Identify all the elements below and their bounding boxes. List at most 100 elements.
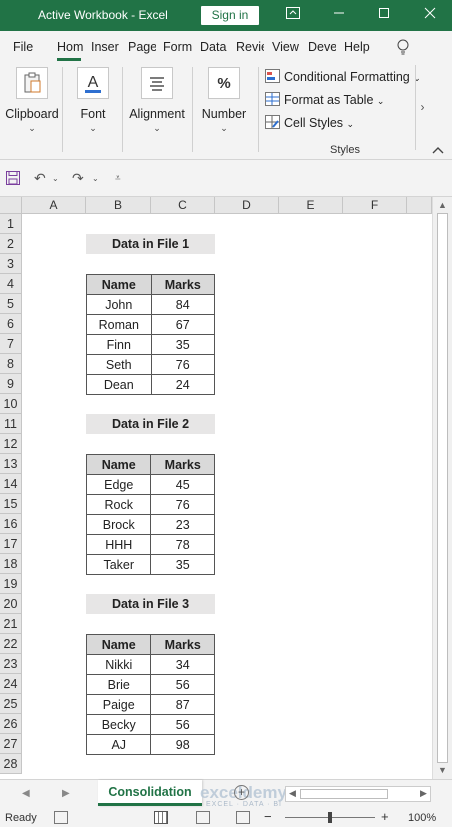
row-header[interactable]: 17 [0, 534, 22, 554]
marks-cell[interactable]: 76 [150, 354, 216, 375]
tab-help[interactable]: Help [344, 40, 372, 54]
column-header-b[interactable]: B [86, 197, 151, 214]
conditional-formatting-button[interactable]: Conditional Formatting ⌄ [265, 69, 421, 87]
header-cell[interactable]: Name [86, 274, 152, 295]
tab-file[interactable]: File [13, 40, 35, 54]
tab-home[interactable]: Hom [57, 40, 84, 54]
page-break-view-icon[interactable] [236, 811, 250, 824]
tab-formulas[interactable]: Form [163, 40, 192, 54]
redo-icon[interactable]: ↷ [72, 170, 84, 187]
lightbulb-icon[interactable] [396, 39, 410, 55]
format-as-table-button[interactable]: Format as Table ⌄ [265, 92, 384, 110]
marks-cell[interactable]: 67 [150, 314, 216, 335]
column-header-f[interactable]: F [343, 197, 407, 214]
zoom-out-icon[interactable]: − [264, 809, 272, 824]
zoom-slider-thumb[interactable] [328, 812, 332, 823]
row-header[interactable]: 12 [0, 434, 22, 454]
sign-in-button[interactable]: Sign in [201, 6, 259, 25]
scroll-up-icon[interactable]: ▲ [438, 200, 447, 210]
name-cell[interactable]: Seth [86, 354, 152, 375]
marks-cell[interactable]: 56 [150, 674, 215, 695]
data-table[interactable]: Name Marks John 84 Roman 67 Finn 35 Seth 76 D… [86, 274, 216, 395]
name-cell[interactable]: Paige [85, 694, 152, 715]
scroll-left-icon[interactable]: ◀ [289, 788, 296, 799]
data-table[interactable]: Name Marks Edge 45 Rock 76 Brock 23 HHH 78 Ta… [85, 454, 215, 575]
font-group[interactable]: A Font ⌄ [66, 67, 120, 134]
header-cell[interactable]: Marks [150, 634, 215, 655]
vertical-scrollbar[interactable]: ▲ ▼ [432, 197, 452, 779]
marks-cell[interactable]: 45 [150, 474, 215, 495]
cell-styles-button[interactable]: Cell Styles ⌄ [265, 115, 354, 133]
row-header[interactable]: 18 [0, 554, 22, 574]
clipboard-group[interactable]: Clipboard ⌄ [4, 67, 60, 134]
name-cell[interactable]: Becky [85, 714, 152, 735]
row-header[interactable]: 19 [0, 574, 22, 594]
row-header[interactable]: 13 [0, 454, 22, 474]
minimize-icon[interactable] [329, 5, 349, 25]
row-header[interactable]: 5 [0, 294, 22, 314]
column-header-c[interactable]: C [151, 197, 215, 214]
row-header[interactable]: 4 [0, 274, 22, 294]
restore-icon[interactable] [374, 5, 394, 25]
tab-insert[interactable]: Inser [91, 40, 121, 54]
tab-page-layout[interactable]: Page [128, 40, 156, 54]
column-header-d[interactable]: D [215, 197, 279, 214]
zoom-in-icon[interactable]: + [381, 809, 389, 824]
marks-cell[interactable]: 78 [150, 534, 215, 555]
tab-data[interactable]: Data [200, 40, 229, 54]
page-layout-view-icon[interactable] [196, 811, 210, 824]
row-header[interactable]: 6 [0, 314, 22, 334]
row-header[interactable]: 28 [0, 754, 22, 774]
section-title[interactable]: Data in File 2 [86, 414, 215, 434]
alignment-group[interactable]: Alignment ⌄ [126, 67, 188, 134]
marks-cell[interactable]: 35 [150, 334, 216, 355]
sheet-nav-next-icon[interactable]: ▶ [62, 788, 70, 799]
column-header-partial[interactable] [407, 197, 432, 214]
row-header[interactable]: 23 [0, 654, 22, 674]
marks-cell[interactable]: 84 [150, 294, 216, 315]
add-sheet-icon[interactable]: + [234, 785, 249, 800]
marks-cell[interactable]: 76 [150, 494, 215, 515]
sheet-nav-prev-icon[interactable]: ◀ [22, 788, 30, 799]
row-header[interactable]: 2 [0, 234, 22, 254]
close-icon[interactable] [420, 5, 440, 25]
name-cell[interactable]: Nikki [85, 654, 152, 675]
section-title[interactable]: Data in File 3 [86, 594, 215, 614]
marks-cell[interactable]: 98 [150, 734, 215, 755]
undo-icon[interactable]: ↶ [34, 170, 46, 187]
row-header[interactable]: 22 [0, 634, 22, 654]
name-cell[interactable]: AJ [85, 734, 152, 755]
name-cell[interactable]: Taker [85, 554, 152, 575]
tab-developer[interactable]: Deve [308, 40, 336, 54]
number-group[interactable]: % Number ⌄ [196, 67, 252, 134]
zoom-level[interactable]: 100% [408, 812, 436, 824]
name-cell[interactable]: Brock [85, 514, 152, 535]
marks-cell[interactable]: 23 [150, 514, 215, 535]
name-cell[interactable]: John [86, 294, 152, 315]
row-header[interactable]: 11 [0, 414, 22, 434]
row-header[interactable]: 8 [0, 354, 22, 374]
scroll-right-icon[interactable]: ▶ [420, 788, 427, 799]
undo-dropdown-icon[interactable]: ⌄ [52, 174, 59, 183]
header-cell[interactable]: Marks [150, 274, 216, 295]
scroll-down-icon[interactable]: ▼ [438, 765, 447, 775]
name-cell[interactable]: Roman [86, 314, 152, 335]
row-header[interactable]: 21 [0, 614, 22, 634]
header-cell[interactable]: Marks [150, 454, 215, 475]
normal-view-icon[interactable] [154, 811, 168, 824]
name-cell[interactable]: Rock [85, 494, 152, 515]
header-cell[interactable]: Name [85, 454, 152, 475]
redo-dropdown-icon[interactable]: ⌄ [92, 174, 99, 183]
name-cell[interactable]: HHH [85, 534, 152, 555]
name-cell[interactable]: Finn [86, 334, 152, 355]
marks-cell[interactable]: 56 [150, 714, 215, 735]
row-header[interactable]: 10 [0, 394, 22, 414]
row-header[interactable]: 24 [0, 674, 22, 694]
row-header[interactable]: 26 [0, 714, 22, 734]
tab-view[interactable]: View [272, 40, 302, 54]
worksheet-grid[interactable]: A B C D E F 1 2 3 4 5 6 7 8 9 10 11 12 13 14 15 16 17 18 1… [0, 197, 452, 779]
save-icon[interactable] [6, 171, 20, 188]
marks-cell[interactable]: 87 [150, 694, 215, 715]
marks-cell[interactable]: 35 [150, 554, 215, 575]
tab-review[interactable]: Revie [236, 40, 264, 54]
